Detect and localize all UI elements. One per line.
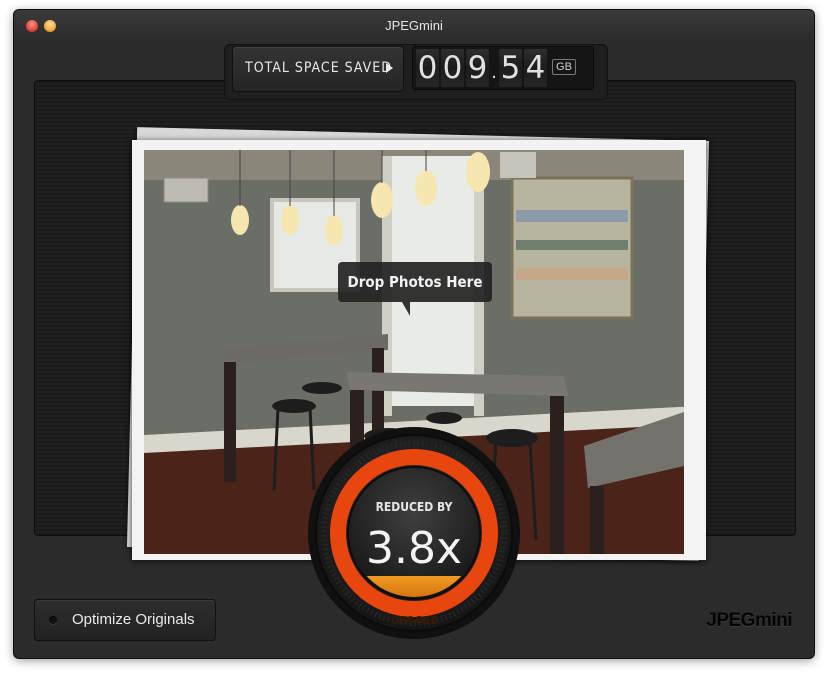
app-window: JPEGmini TOTAL SPACE SAVED 0 0 9 . 5 4 G…	[14, 10, 814, 658]
counter-unit-badge: GB	[552, 59, 576, 75]
total-space-saved-button[interactable]: TOTAL SPACE SAVED	[232, 46, 404, 92]
counter-decimal-point: .	[491, 61, 497, 83]
optimize-originals-label: Optimize Originals	[72, 611, 195, 628]
optimize-originals-toggle[interactable]: Optimize Originals	[34, 599, 216, 641]
title-bar: JPEGmini	[14, 10, 814, 40]
tooltip-pointer	[402, 302, 410, 316]
play-arrow-icon	[386, 63, 393, 73]
reduction-value: 3.8x	[366, 523, 462, 574]
counter-digit: 0	[416, 49, 439, 87]
total-space-saved-label: TOTAL SPACE SAVED	[245, 60, 392, 76]
drop-photos-tooltip: Drop Photos Here	[338, 262, 492, 302]
counter-digit: 0	[441, 49, 464, 87]
toggle-indicator-icon	[49, 616, 57, 624]
space-saved-counter: 0 0 9 . 5 4 GB	[412, 46, 594, 90]
counter-digit: 5	[499, 49, 522, 87]
reduction-dial: REDUCED BY 3.8x CHOOSE	[307, 426, 521, 640]
reduced-by-label: REDUCED BY	[376, 500, 453, 514]
window-title: JPEGmini	[385, 18, 443, 33]
choose-button-label[interactable]: CHOOSE	[391, 614, 437, 627]
brand-logo: JPEGmini	[706, 610, 792, 631]
counter-digit: 4	[524, 49, 547, 87]
counter-digit: 9	[466, 49, 489, 87]
